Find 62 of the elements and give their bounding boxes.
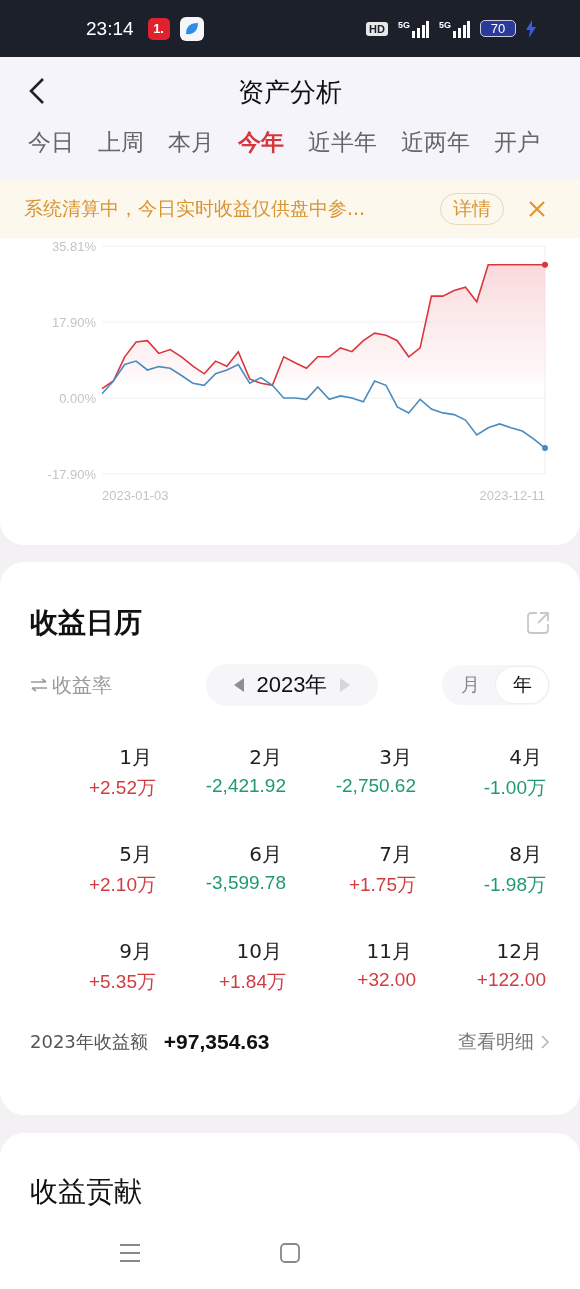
- page-title: 资产分析: [238, 75, 342, 109]
- back-icon[interactable]: [28, 77, 46, 105]
- app-icon: [179, 16, 204, 41]
- battery-icon: 70: [480, 20, 516, 37]
- month-label: 11月: [366, 938, 413, 965]
- period-tab[interactable]: 开户: [494, 127, 540, 158]
- month-label: 7月: [379, 841, 413, 868]
- period-tab[interactable]: 近两年: [401, 127, 470, 158]
- y-axis-label: -17.90%: [47, 467, 96, 482]
- year-label: 2023年: [256, 671, 328, 699]
- total-label: 2023年收益额: [30, 1030, 148, 1054]
- month-label: 6月: [249, 841, 283, 868]
- month-value: +122.00: [476, 969, 546, 991]
- period-tab[interactable]: 上周: [98, 127, 144, 158]
- menu-icon[interactable]: [119, 1243, 142, 1263]
- swap-icon: [30, 678, 48, 692]
- month-label: 2月: [249, 744, 283, 771]
- month-value: +5.35万: [88, 970, 156, 994]
- mode-tab[interactable]: 月: [444, 667, 496, 703]
- month-label: 12月: [496, 938, 543, 965]
- details-link[interactable]: 查看明细: [458, 1029, 550, 1055]
- month-label: 9月: [119, 938, 153, 965]
- app-badge-icon: 1.: [147, 17, 170, 40]
- month-value: +1.84万: [218, 970, 286, 994]
- share-icon[interactable]: [526, 611, 550, 635]
- month-label: 4月: [509, 744, 543, 771]
- y-axis-label: 35.81%: [51, 239, 96, 254]
- status-time: 23:14: [86, 17, 134, 40]
- month-value: +2.52万: [88, 776, 156, 800]
- hd-icon: HD: [366, 21, 388, 36]
- month-value: -1.00万: [483, 776, 546, 800]
- total-value: +97,354.63: [163, 1030, 270, 1054]
- close-icon[interactable]: [528, 200, 546, 218]
- home-icon[interactable]: [280, 1243, 300, 1263]
- month-value: +32.00: [357, 969, 416, 991]
- month-value: +2.10万: [88, 873, 156, 897]
- month-label: 1月: [119, 744, 153, 771]
- month-value: +1.75万: [348, 873, 416, 897]
- notice-text: 系统清算中，今日实时收益仅供盘中参...: [24, 196, 367, 221]
- month-label: 5月: [119, 841, 153, 868]
- metric-toggle[interactable]: 收益率: [30, 671, 112, 699]
- month-value: -1.98万: [483, 873, 546, 897]
- month-value: -3,599.78: [205, 872, 286, 894]
- x-axis-label: 2023-12-11: [479, 488, 545, 503]
- period-tab[interactable]: 今年: [238, 127, 284, 158]
- month-value: -2,750.62: [335, 775, 416, 797]
- y-axis-label: 0.00%: [59, 391, 96, 406]
- chevron-right-icon: [540, 1034, 550, 1050]
- y-axis-label: 17.90%: [51, 315, 96, 331]
- period-tab[interactable]: 近半年: [308, 127, 377, 158]
- month-label: 10月: [236, 938, 283, 965]
- section-title: 收益贡献: [30, 1174, 143, 1210]
- previous-icon[interactable]: [232, 677, 245, 693]
- month-label: 8月: [509, 841, 543, 868]
- period-tab[interactable]: 本月: [168, 127, 214, 158]
- period-tab[interactable]: 今日: [28, 127, 74, 158]
- mode-tab[interactable]: 年: [496, 667, 548, 703]
- charging-icon: [526, 19, 536, 38]
- section-title: 收益日历: [30, 605, 142, 641]
- month-label: 3月: [379, 744, 413, 771]
- month-value: -2,421.92: [205, 775, 286, 797]
- x-axis-label: 2023-01-03: [102, 488, 169, 503]
